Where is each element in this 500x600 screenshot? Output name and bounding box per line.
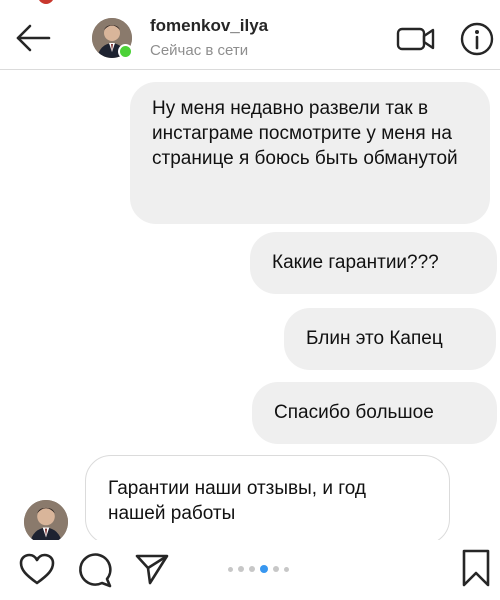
outgoing-message[interactable]: Ну меня недавно развели так в инстаграме… (130, 82, 490, 224)
online-status-dot (118, 44, 133, 59)
username[interactable]: fomenkov_ilya (150, 16, 268, 36)
incoming-message[interactable]: Гарантии наши отзывы, и год нашей работы (85, 455, 450, 545)
info-icon[interactable] (460, 22, 494, 56)
share-icon[interactable] (134, 552, 170, 586)
sender-avatar[interactable] (24, 500, 68, 544)
video-camera-icon[interactable] (396, 24, 436, 54)
post-action-bar (0, 540, 500, 600)
carousel-indicator (228, 564, 289, 574)
outgoing-message[interactable]: Спасибо большое (252, 382, 497, 444)
comment-icon[interactable] (76, 552, 114, 588)
chat-header: fomenkov_ilya Сейчас в сети (0, 14, 500, 70)
heart-icon[interactable] (18, 552, 56, 586)
carousel-dot (284, 566, 289, 572)
bookmark-icon[interactable] (460, 548, 492, 588)
story-ring-fragment (38, 0, 54, 4)
carousel-dot (249, 566, 255, 572)
arrow-left-icon[interactable] (14, 22, 52, 54)
carousel-dot (228, 566, 233, 572)
outgoing-message[interactable]: Блин это Капец (284, 308, 496, 370)
online-status-text: Сейчас в сети (150, 42, 249, 59)
outgoing-message[interactable]: Какие гарантии??? (250, 232, 497, 294)
carousel-dot (238, 566, 244, 572)
top-strip (0, 0, 500, 14)
carousel-dot-active (260, 565, 268, 573)
sender-avatar-photo (24, 500, 68, 544)
carousel-dot (273, 566, 279, 572)
